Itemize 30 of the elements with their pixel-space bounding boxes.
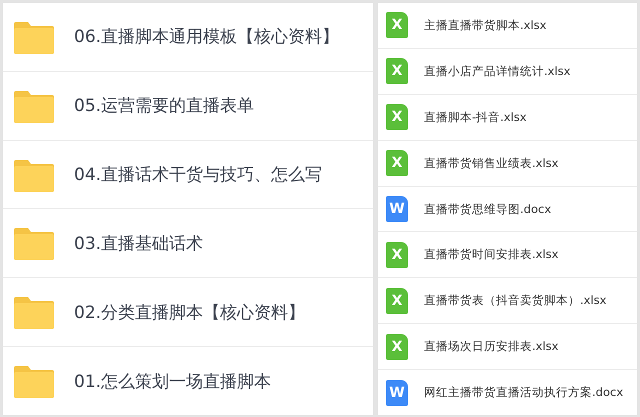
folder-name[interactable]: 04.直播话术干货与技巧、怎么写 [74, 163, 322, 186]
file-name[interactable]: 网红主播带货直播活动执行方案.docx [424, 385, 624, 400]
file-type-icon: X [386, 12, 408, 38]
folder-icon [14, 88, 54, 123]
folder-name[interactable]: 03.直播基础话术 [74, 232, 204, 255]
file-name[interactable]: 直播小店产品详情统计.xlsx [424, 64, 570, 79]
folder-icon [14, 226, 54, 260]
file-name[interactable]: 直播带货表（抖音卖货脚本）.xlsx [424, 293, 606, 308]
file-name[interactable]: 主播直播带货脚本.xlsx [424, 18, 546, 33]
folder-icon [14, 295, 54, 330]
file-type-icon: X [386, 104, 408, 130]
file-type-icon: W [386, 380, 408, 406]
file-type-icon: X [386, 242, 408, 268]
file-type-icon: X [386, 334, 408, 360]
file-type-icon: W [386, 196, 408, 222]
folder-icon [14, 158, 54, 192]
folder-name[interactable]: 01.怎么策划一场直播脚本 [74, 370, 272, 393]
folder-icon [14, 364, 54, 398]
file-name[interactable]: 直播带货思维导图.docx [424, 202, 552, 216]
file-name[interactable]: 直播脚本-抖音.xlsx [424, 110, 527, 125]
file-name[interactable]: 直播场次日历安排表.xlsx [424, 339, 558, 354]
file-type-icon: X [386, 288, 408, 314]
folder-name[interactable]: 06.直播脚本通用模板【核心资料】 [74, 25, 340, 48]
file-type-icon: X [386, 58, 408, 84]
file-name[interactable]: 直播带货时间安排表.xlsx [424, 247, 558, 262]
folder-name[interactable]: 05.运营需要的直播表单 [74, 94, 254, 118]
folder-icon [14, 20, 54, 54]
folder-name[interactable]: 02.分类直播脚本【核心资料】 [74, 300, 306, 324]
file-name[interactable]: 直播带货销售业绩表.xlsx [424, 156, 558, 171]
file-type-icon: X [386, 150, 408, 176]
